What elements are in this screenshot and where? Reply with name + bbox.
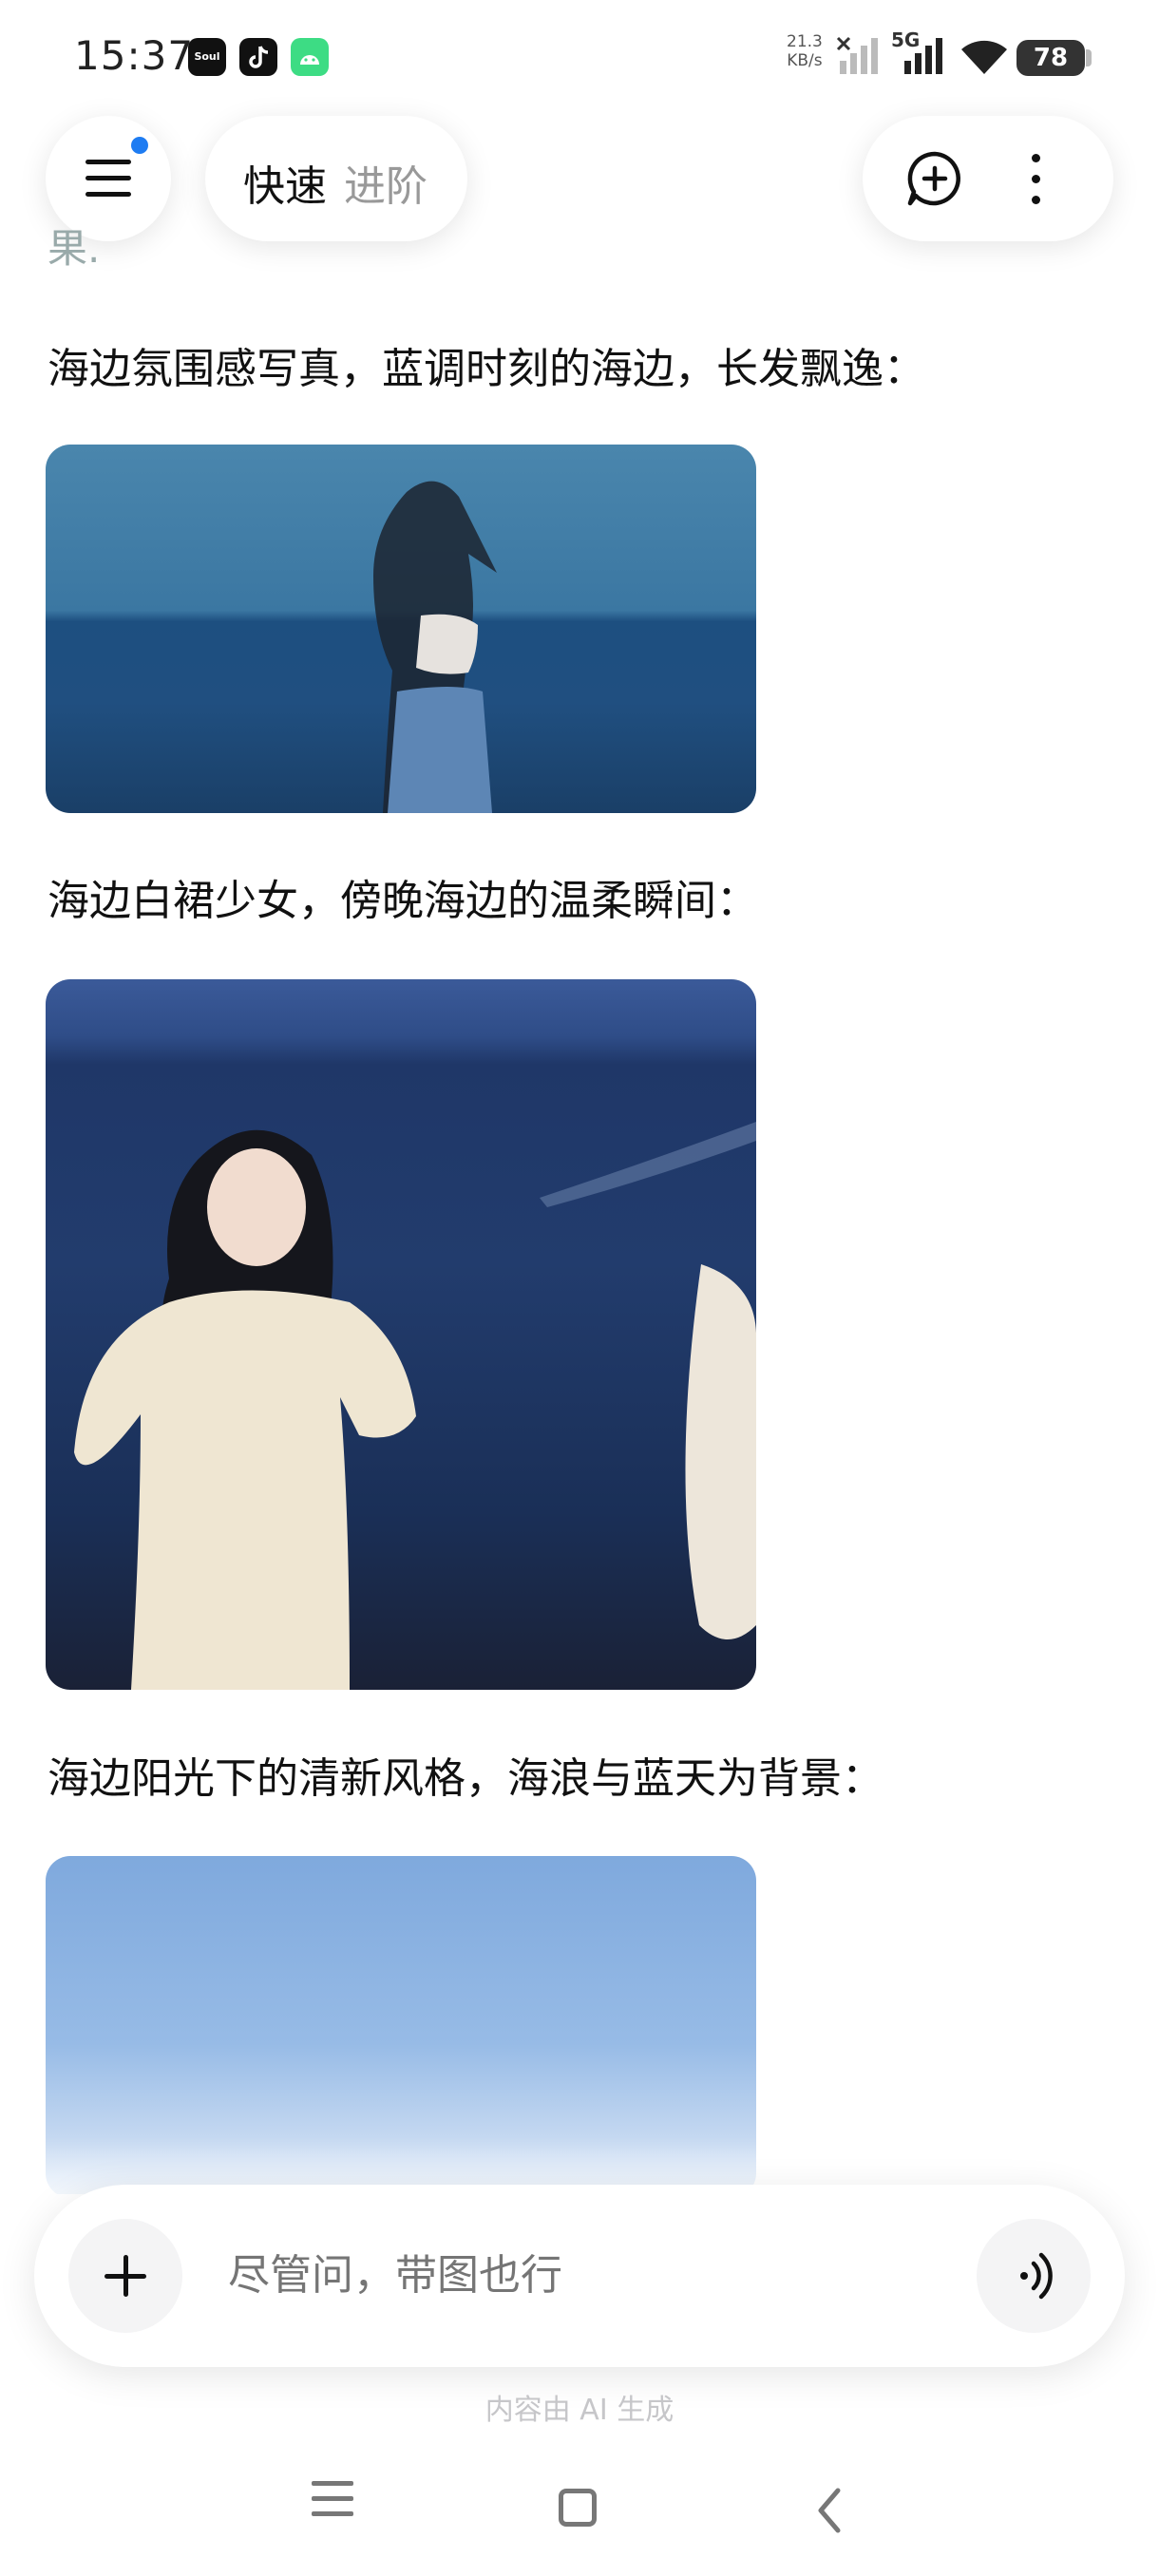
- figure-silhouette: [74, 1122, 756, 1690]
- truncated-text: 果.: [48, 225, 101, 272]
- status-time: 15:37: [74, 32, 195, 79]
- android-icon: [291, 38, 329, 76]
- signal-icon-sim1: [836, 36, 878, 74]
- nav-back-icon[interactable]: [815, 2487, 844, 2534]
- battery-tip: [1086, 49, 1092, 66]
- hamburger-icon: [86, 160, 131, 208]
- battery-icon: 78: [1016, 40, 1085, 76]
- composer-bar: [34, 2185, 1125, 2367]
- nav-home-icon[interactable]: [559, 2489, 597, 2527]
- nav-menu-icon[interactable]: [312, 2481, 353, 2527]
- soul-app-icon: Soul: [188, 38, 226, 76]
- more-options-icon[interactable]: [1032, 154, 1045, 217]
- generated-image[interactable]: [46, 979, 756, 1690]
- header-actions: [863, 116, 1113, 241]
- mode-advanced-tab[interactable]: 进阶: [344, 152, 428, 213]
- notification-dot: [131, 137, 148, 154]
- message-input[interactable]: [228, 2251, 969, 2300]
- mode-switch[interactable]: 快速 进阶: [205, 116, 467, 241]
- section-caption: 海边氛围感写真，蓝调时刻的海边，长发飘逸：: [48, 345, 925, 393]
- voice-button[interactable]: [977, 2219, 1091, 2333]
- network-speed: 21.3 KB/s: [787, 32, 823, 70]
- tiktok-icon: [239, 38, 277, 76]
- add-attachment-button[interactable]: [68, 2219, 182, 2333]
- generated-image[interactable]: [46, 445, 756, 813]
- figure-silhouette: [373, 481, 497, 813]
- ai-disclaimer: 内容由 AI 生成: [484, 2394, 674, 2427]
- signal-icon-sim2: [904, 38, 942, 74]
- new-chat-icon[interactable]: [906, 150, 963, 207]
- mode-fast-tab[interactable]: 快速: [243, 152, 327, 213]
- section-caption: 海边阳光下的清新风格，海浪与蓝天为背景：: [48, 1754, 884, 1803]
- status-bar: 15:37 Soul 21.3 KB/s 5G 78: [0, 0, 1159, 114]
- wifi-icon: [961, 40, 1007, 74]
- section-caption: 海边白裙少女，傍晚海边的温柔瞬间：: [48, 877, 758, 925]
- voice-wave-icon: [1020, 2252, 1053, 2300]
